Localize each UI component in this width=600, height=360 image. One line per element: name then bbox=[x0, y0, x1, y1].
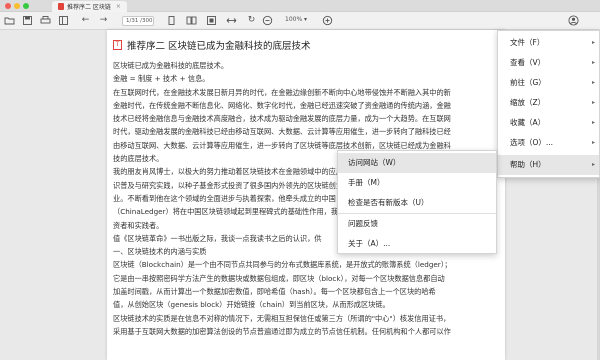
menu-item-feedback[interactable]: 问题反馈 bbox=[338, 214, 496, 234]
menu-item-label: 帮助（H） bbox=[510, 160, 546, 169]
menu-item-go[interactable]: 前往（G） ▸ bbox=[498, 73, 599, 93]
chevron-right-icon: ▸ bbox=[591, 79, 595, 86]
document-tab[interactable]: 推荐序二 区块链 × bbox=[52, 1, 127, 12]
menu-item-help[interactable]: 帮助（H） ▸ bbox=[498, 155, 599, 175]
chevron-right-icon: ▸ bbox=[591, 119, 595, 126]
chevron-right-icon: ▸ bbox=[591, 99, 595, 106]
title-bar: 推荐序二 区块链 × bbox=[0, 0, 600, 12]
page-number-input[interactable]: 1/31 /300 bbox=[122, 16, 154, 26]
maximize-window-button[interactable] bbox=[23, 3, 29, 9]
menu-item-label: 选项（O）... bbox=[510, 138, 554, 147]
print-icon[interactable] bbox=[40, 15, 51, 26]
text-line: 技术已经将金融信息与金融技术高度融合，技术成为驱动金融发展的底层力量，成为一个大… bbox=[113, 114, 451, 124]
chevron-right-icon: ▸ bbox=[591, 59, 595, 66]
zoom-in-icon[interactable] bbox=[322, 15, 333, 26]
folder-icon[interactable] bbox=[4, 15, 15, 26]
text-line: 在互联网时代，在金融技术发展日新月异的时代，在金融边缘创新不断向中心地带侵蚀并不… bbox=[113, 87, 451, 97]
page-title: 推荐序二 区块链已成为金融科技的底层技术 bbox=[127, 41, 311, 52]
menu-item-about[interactable]: 关于（A）... bbox=[338, 234, 496, 254]
document-heading: T 推荐序二 区块链已成为金融科技的底层技术 bbox=[113, 38, 311, 52]
tab-title: 推荐序二 区块链 bbox=[67, 4, 111, 11]
heading-marker-icon: T bbox=[113, 40, 122, 50]
main-menu: 文件（F） ▸ 查看（V） ▸ 前往（G） ▸ 缩放（Z） ▸ 收藏（A） ▸ … bbox=[497, 30, 600, 178]
text-line: 区块链已成为金融科技的底层技术。 bbox=[113, 61, 229, 70]
tab-close-button[interactable]: × bbox=[116, 3, 121, 10]
menu-item-label: 查看（V） bbox=[510, 58, 546, 67]
save-icon[interactable] bbox=[22, 15, 33, 26]
back-icon[interactable]: ← bbox=[80, 15, 91, 26]
menu-item-favorites[interactable]: 收藏（A） ▸ bbox=[498, 113, 599, 133]
toolbar: ← → 1/31 /300 ↻ 100% ▾ bbox=[0, 12, 600, 30]
chevron-right-icon: ▸ bbox=[591, 161, 595, 168]
menu-item-zoom[interactable]: 缩放（Z） ▸ bbox=[498, 93, 599, 113]
help-submenu: 访问网站（W） 手册（M） 检查是否有新版本（U） 问题反馈 关于（A）... bbox=[337, 150, 497, 254]
zoom-level-select[interactable]: 100% ▾ bbox=[285, 16, 307, 23]
single-page-icon[interactable] bbox=[166, 15, 177, 26]
menu-item-label: 收藏（A） bbox=[510, 118, 546, 127]
text-line: 它是由一串按照密码学方法产生的数据块或数据包组成，即区块（block），对每一个… bbox=[113, 273, 445, 283]
text-line: 采用基于互联网大数据的加密算法创设的节点普遍通过即为成立的节点信任机制。任何机构… bbox=[113, 326, 451, 336]
fit-width-icon[interactable] bbox=[226, 15, 237, 26]
sidebar-icon[interactable] bbox=[58, 15, 69, 26]
fit-page-icon[interactable] bbox=[206, 15, 217, 26]
menu-item-label: 文件（F） bbox=[510, 38, 545, 47]
menu-item-manual[interactable]: 手册（M） bbox=[338, 173, 496, 193]
menu-item-label: 缩放（Z） bbox=[510, 98, 546, 107]
forward-icon[interactable]: → bbox=[98, 15, 109, 26]
menu-item-file[interactable]: 文件（F） ▸ bbox=[498, 33, 599, 53]
menu-item-check-updates[interactable]: 检查是否有新版本（U） bbox=[338, 193, 496, 213]
text-line: 金融时代，在传统金融不断信息化、网络化、数字化时代，金融已经迅速突破了资金融通的… bbox=[113, 100, 451, 110]
menu-item-options[interactable]: 选项（O）... ▸ bbox=[498, 133, 599, 153]
menu-item-label: 前往（G） bbox=[510, 78, 546, 87]
text-line: 加盖时间戳，从而计算出一个数据加密数值，即哈希值（hash）。每一个区块都包含上… bbox=[113, 287, 436, 297]
text-line: 值，从创始区块（genesis block）开始链接（chain）到当前区块，从… bbox=[113, 300, 390, 310]
chevron-right-icon: ▸ bbox=[591, 139, 595, 146]
user-icon[interactable] bbox=[568, 15, 579, 26]
text-line: 金融 = 制度 + 技术 + 信息。 bbox=[113, 74, 210, 84]
zoom-out-icon[interactable] bbox=[262, 15, 273, 26]
close-window-button[interactable] bbox=[5, 3, 11, 9]
pdf-file-icon bbox=[58, 3, 64, 10]
menu-item-view[interactable]: 查看（V） ▸ bbox=[498, 53, 599, 73]
rotate-icon[interactable]: ↻ bbox=[246, 15, 257, 26]
minimize-window-button[interactable] bbox=[14, 3, 20, 9]
text-line: 区块链（Blockchain）是一个由不同节点共同参与的分布式数据库系统，是开放… bbox=[113, 260, 452, 270]
chevron-right-icon: ▸ bbox=[591, 39, 595, 46]
text-line: 区块链技术的实质是在信息不对称的情况下，无需相互担保信任或第三方（所谓的"中心"… bbox=[113, 313, 451, 323]
dual-page-icon[interactable] bbox=[186, 15, 197, 26]
text-line: 时代，驱动金融发展的金融科技已经由移动互联网、大数据、云计算等应用催生，进一步转… bbox=[113, 127, 451, 137]
menu-item-visit-website[interactable]: 访问网站（W） bbox=[338, 153, 496, 173]
